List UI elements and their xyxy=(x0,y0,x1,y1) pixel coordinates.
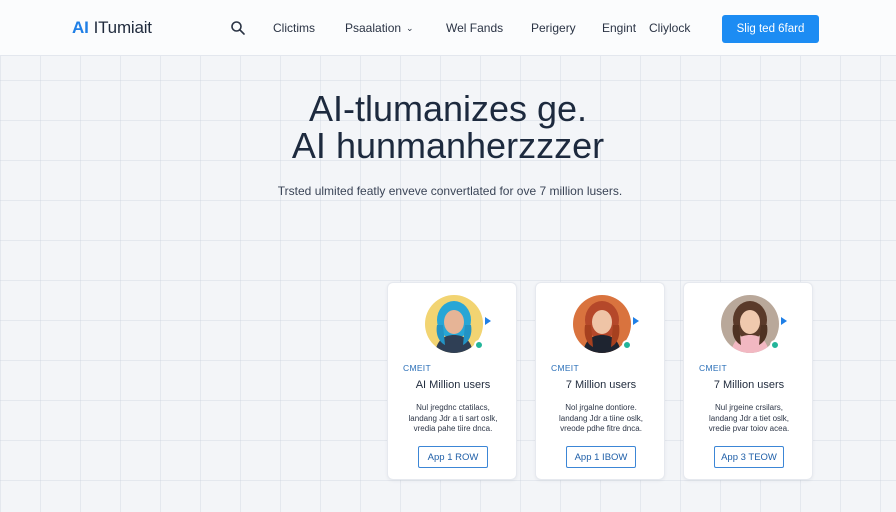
user-card-1: CMEIT AI Million users Nul jregdnc ctati… xyxy=(387,282,517,480)
avatar-wrap xyxy=(721,295,780,353)
card-app-button[interactable]: App 1 ROW xyxy=(418,446,488,468)
card-description-line: Nul jregdnc ctatilacs, xyxy=(416,403,490,412)
card-description-line: Nul jrgeine crsilars, xyxy=(714,403,784,412)
nav-item-1[interactable]: Clictims xyxy=(273,21,315,35)
card-description-line: Nol jrgalne dontiore. xyxy=(565,403,637,412)
logo[interactable]: AI ITumiait xyxy=(72,18,152,38)
nav-item-3[interactable]: Wel Fands xyxy=(446,21,503,35)
hero-title-line-2: AI hunmanherzzzer xyxy=(291,125,605,166)
hero-subtitle: Trsted ulmited featly enveve convertlate… xyxy=(277,184,623,198)
avatar-wrap xyxy=(425,295,484,353)
card-app-button[interactable]: App 1 IBOW xyxy=(566,446,636,468)
card-description-line: vreode pdhe fitre dnca. xyxy=(560,424,642,433)
card-title: 7 Million users xyxy=(713,379,785,391)
hero-title-line-1: AI-tlumanizes ge. xyxy=(308,88,588,129)
card-description-line: vredia pahe tiire dnca. xyxy=(413,424,493,433)
card-tag: CMEIT xyxy=(403,363,431,373)
search-icon xyxy=(231,21,245,35)
card-description-line: vredie pvar toiov acea. xyxy=(708,424,790,433)
avatar-wrap xyxy=(573,295,632,353)
card-description: Nul jregdnc ctatilacs, landang Jdr a ti … xyxy=(400,403,506,435)
card-tag: CMEIT xyxy=(551,363,579,373)
nav-item-6[interactable]: Cliylock xyxy=(649,21,690,35)
cta-button[interactable]: Slig ted 6fard xyxy=(722,15,819,43)
nav-item-5[interactable]: Engint xyxy=(602,21,636,35)
logo-mark: AI xyxy=(72,18,89,37)
user-card-2: CMEIT 7 Million users Nol jrgalne dontio… xyxy=(535,282,665,480)
nav-item-4[interactable]: Perigery xyxy=(531,21,576,35)
play-icon[interactable] xyxy=(485,317,491,325)
card-tag: CMEIT xyxy=(699,363,727,373)
nav-item-2-label: Psaalation xyxy=(345,21,402,35)
hero-title: AI-tlumanizes ge. AI hunmanherzzzer xyxy=(0,90,896,164)
card-description: Nul jrgeine crsilars, landang Jdr a tiet… xyxy=(696,403,802,435)
status-dot xyxy=(770,340,780,350)
card-description-line: landang Jdr a tiine oslk, xyxy=(558,413,644,423)
status-dot xyxy=(622,340,632,350)
card-title: 7 Million users xyxy=(565,379,637,391)
chevron-down-icon: ⌄ xyxy=(406,23,414,33)
card-description-line: landang Jdr a ti sart oslk, xyxy=(408,413,498,423)
search-button[interactable] xyxy=(230,20,246,36)
status-dot xyxy=(474,340,484,350)
card-title: AI Million users xyxy=(415,379,491,391)
card-description-line: landang Jdr a tiet oslk, xyxy=(708,413,790,423)
play-icon[interactable] xyxy=(633,317,639,325)
user-card-3: CMEIT 7 Million users Nul jrgeine crsila… xyxy=(683,282,813,480)
play-icon[interactable] xyxy=(781,317,787,325)
card-description: Nol jrgalne dontiore. landang Jdr a tiin… xyxy=(548,403,654,435)
nav-item-2[interactable]: Psaalation ⌄ xyxy=(345,21,414,35)
logo-text: ITumiait xyxy=(93,18,152,37)
top-navbar: AI ITumiait Clictims Psaalation ⌄ Wel Fan… xyxy=(0,0,896,56)
card-app-button[interactable]: App 3 TEOW xyxy=(714,446,784,468)
